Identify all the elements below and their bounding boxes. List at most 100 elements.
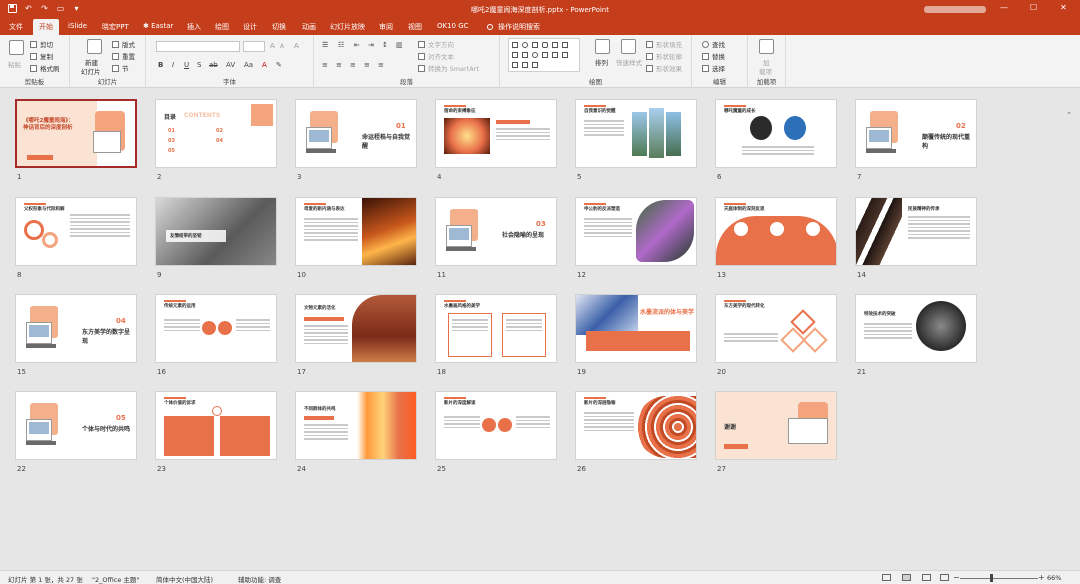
close-button[interactable]: ✕	[1060, 3, 1067, 12]
tab-insert[interactable]: 插入	[187, 22, 201, 32]
paste-icon[interactable]	[9, 40, 24, 55]
change-case-icon[interactable]: Aa	[244, 61, 253, 69]
quick-styles-button[interactable]: 快速样式	[616, 57, 642, 67]
curve-shape-icon[interactable]	[512, 62, 518, 68]
arrange-icon[interactable]	[595, 39, 610, 54]
circle-shape-icon[interactable]	[532, 52, 538, 58]
rounded-rect-shape-icon[interactable]	[542, 42, 548, 48]
maximize-button[interactable]: ☐	[1030, 3, 1037, 12]
zoom-in-icon[interactable]: +	[1038, 573, 1045, 582]
tab-eastar[interactable]: ✱ Eastar	[143, 22, 173, 30]
star-shape-icon[interactable]	[552, 52, 558, 58]
zoom-out-icon[interactable]: −	[953, 573, 960, 582]
distributed-icon[interactable]: ≡	[378, 61, 384, 69]
oval-shape-icon[interactable]	[522, 42, 528, 48]
rectangle-shape-icon[interactable]	[512, 42, 518, 48]
section-button[interactable]: 节	[112, 63, 129, 73]
triangle-shape-icon[interactable]	[512, 52, 518, 58]
decrease-font-icon[interactable]: A	[280, 43, 284, 50]
addins-icon[interactable]	[759, 39, 774, 54]
columns-icon[interactable]: ▥	[396, 41, 403, 49]
tab-transitions[interactable]: 切换	[272, 22, 286, 32]
quick-styles-icon[interactable]	[621, 39, 636, 54]
zoom-slider[interactable]	[960, 578, 1038, 579]
numbering-icon[interactable]: ☷	[338, 41, 344, 49]
callout-shape-icon[interactable]	[562, 52, 568, 58]
bold-icon[interactable]: B	[158, 61, 163, 69]
slide-sorter-view-icon[interactable]	[902, 574, 911, 581]
slide-thumbnail-25[interactable]: 影片的深度解读	[435, 391, 557, 460]
shape-outline-button[interactable]: 形状轮廓	[646, 51, 682, 61]
accessibility-indicator[interactable]: 辅助功能: 调查	[238, 574, 281, 584]
slide-thumbnail-16[interactable]: 传统元素的运用	[155, 294, 277, 363]
slide-thumbnail-18[interactable]: 水墨画风格的美学	[435, 294, 557, 363]
shadow-icon[interactable]: S	[197, 61, 201, 69]
highlight-icon[interactable]: ✎	[276, 61, 282, 69]
slide-thumbnail-26[interactable]: 影片的深层隐喻	[575, 391, 697, 460]
slide-thumbnail-3[interactable]: 01 命运桎梏与自我觉醒	[295, 99, 417, 168]
tab-xiaohong-ppt[interactable]: 晓宏PPT	[102, 22, 129, 32]
font-color-icon[interactable]: A	[262, 61, 267, 69]
slide-thumbnail-1[interactable]: 《哪吒2魔童闹海》：神话背后的深度剖析	[15, 99, 137, 168]
decrease-indent-icon[interactable]: ⇤	[354, 41, 360, 49]
line-spacing-icon[interactable]: ↕	[382, 41, 388, 49]
tab-ok10gc[interactable]: OK10 GC	[437, 22, 469, 30]
slide-thumbnail-27[interactable]: 谢谢	[715, 391, 837, 460]
tab-draw[interactable]: 绘图	[215, 22, 229, 32]
slide-thumbnail-5[interactable]: 自我意识的觉醒	[575, 99, 697, 168]
user-account[interactable]	[924, 6, 986, 13]
slide-thumbnail-20[interactable]: 东方美学的现代转化	[715, 294, 837, 363]
hexagon-shape-icon[interactable]	[532, 62, 538, 68]
language-indicator[interactable]: 简体中文(中国大陆)	[156, 574, 213, 584]
slide-thumbnail-2[interactable]: 目录 CONTENTS 01 02 03 04 05	[155, 99, 277, 168]
slide-thumbnail-10[interactable]: 母爱的新内涵与表达	[295, 197, 417, 266]
slide-thumbnail-21[interactable]: 特效技术的突破	[855, 294, 977, 363]
align-text-button[interactable]: 对齐文本	[418, 51, 454, 61]
slide-thumbnail-22[interactable]: 05 个体与时代的共鸣	[15, 391, 137, 460]
slide-thumbnail-8[interactable]: 父权形象与代际和解	[15, 197, 137, 266]
slide-thumbnail-4[interactable]: 宿命的束缚象征	[435, 99, 557, 168]
char-spacing-icon[interactable]: AV	[226, 61, 235, 69]
paste-button[interactable]: 粘贴	[8, 59, 21, 69]
find-button[interactable]: 查找	[702, 39, 725, 49]
zoom-level[interactable]: 66%	[1047, 574, 1061, 582]
tab-animations[interactable]: 动画	[302, 22, 316, 32]
arrange-button[interactable]: 排列	[595, 57, 608, 67]
bullets-icon[interactable]: ☰	[322, 41, 328, 49]
heart-shape-icon[interactable]	[522, 62, 528, 68]
tab-islide[interactable]: iSlide	[68, 22, 87, 30]
increase-indent-icon[interactable]: ⇥	[368, 41, 374, 49]
addins-button-line2[interactable]: 载项	[759, 66, 772, 76]
layout-button[interactable]: 版式	[112, 39, 135, 49]
tell-me-search[interactable]: 操作说明搜索	[487, 22, 540, 32]
copy-button[interactable]: 复制	[30, 51, 53, 61]
format-painter-button[interactable]: 格式刷	[30, 63, 60, 73]
new-slide-button-line2[interactable]: 幻灯片	[81, 66, 101, 76]
new-slide-icon[interactable]	[87, 39, 102, 54]
increase-font-icon[interactable]: A	[270, 42, 275, 50]
shape-fill-button[interactable]: 形状填充	[646, 39, 682, 49]
italic-icon[interactable]: I	[172, 61, 174, 69]
shape-effects-button[interactable]: 形状效果	[646, 63, 682, 73]
line-shape-icon[interactable]	[552, 42, 558, 48]
tab-slideshow[interactable]: 幻灯片放映	[330, 22, 365, 32]
normal-view-icon[interactable]	[882, 574, 891, 581]
smartart-button[interactable]: 转换为 SmartArt	[418, 63, 479, 73]
zoom-slider-thumb[interactable]	[990, 574, 993, 582]
justify-icon[interactable]: ≡	[364, 61, 370, 69]
align-left-icon[interactable]: ≡	[322, 61, 328, 69]
slide-thumbnail-15[interactable]: 04 东方美学的数字呈现	[15, 294, 137, 363]
align-center-icon[interactable]: ≡	[336, 61, 342, 69]
slide-thumbnail-11[interactable]: 03 社会隐喻的呈现	[435, 197, 557, 266]
slide-thumbnail-6[interactable]: 哪吒魔童的成长	[715, 99, 837, 168]
align-right-icon[interactable]: ≡	[350, 61, 356, 69]
select-button[interactable]: 选择	[702, 63, 725, 73]
slide-thumbnail-12[interactable]: 申公豹的反派塑造	[575, 197, 697, 266]
tab-review[interactable]: 审阅	[379, 22, 393, 32]
strikethrough-icon[interactable]: ab	[209, 61, 218, 69]
pentagon-shape-icon[interactable]	[522, 52, 528, 58]
tab-file[interactable]: 文件	[9, 22, 23, 32]
slide-thumbnail-9[interactable]: 友情纽带的坚韧	[155, 197, 277, 266]
text-direction-button[interactable]: 文字方向	[418, 39, 454, 49]
tab-view[interactable]: 视图	[408, 22, 422, 32]
